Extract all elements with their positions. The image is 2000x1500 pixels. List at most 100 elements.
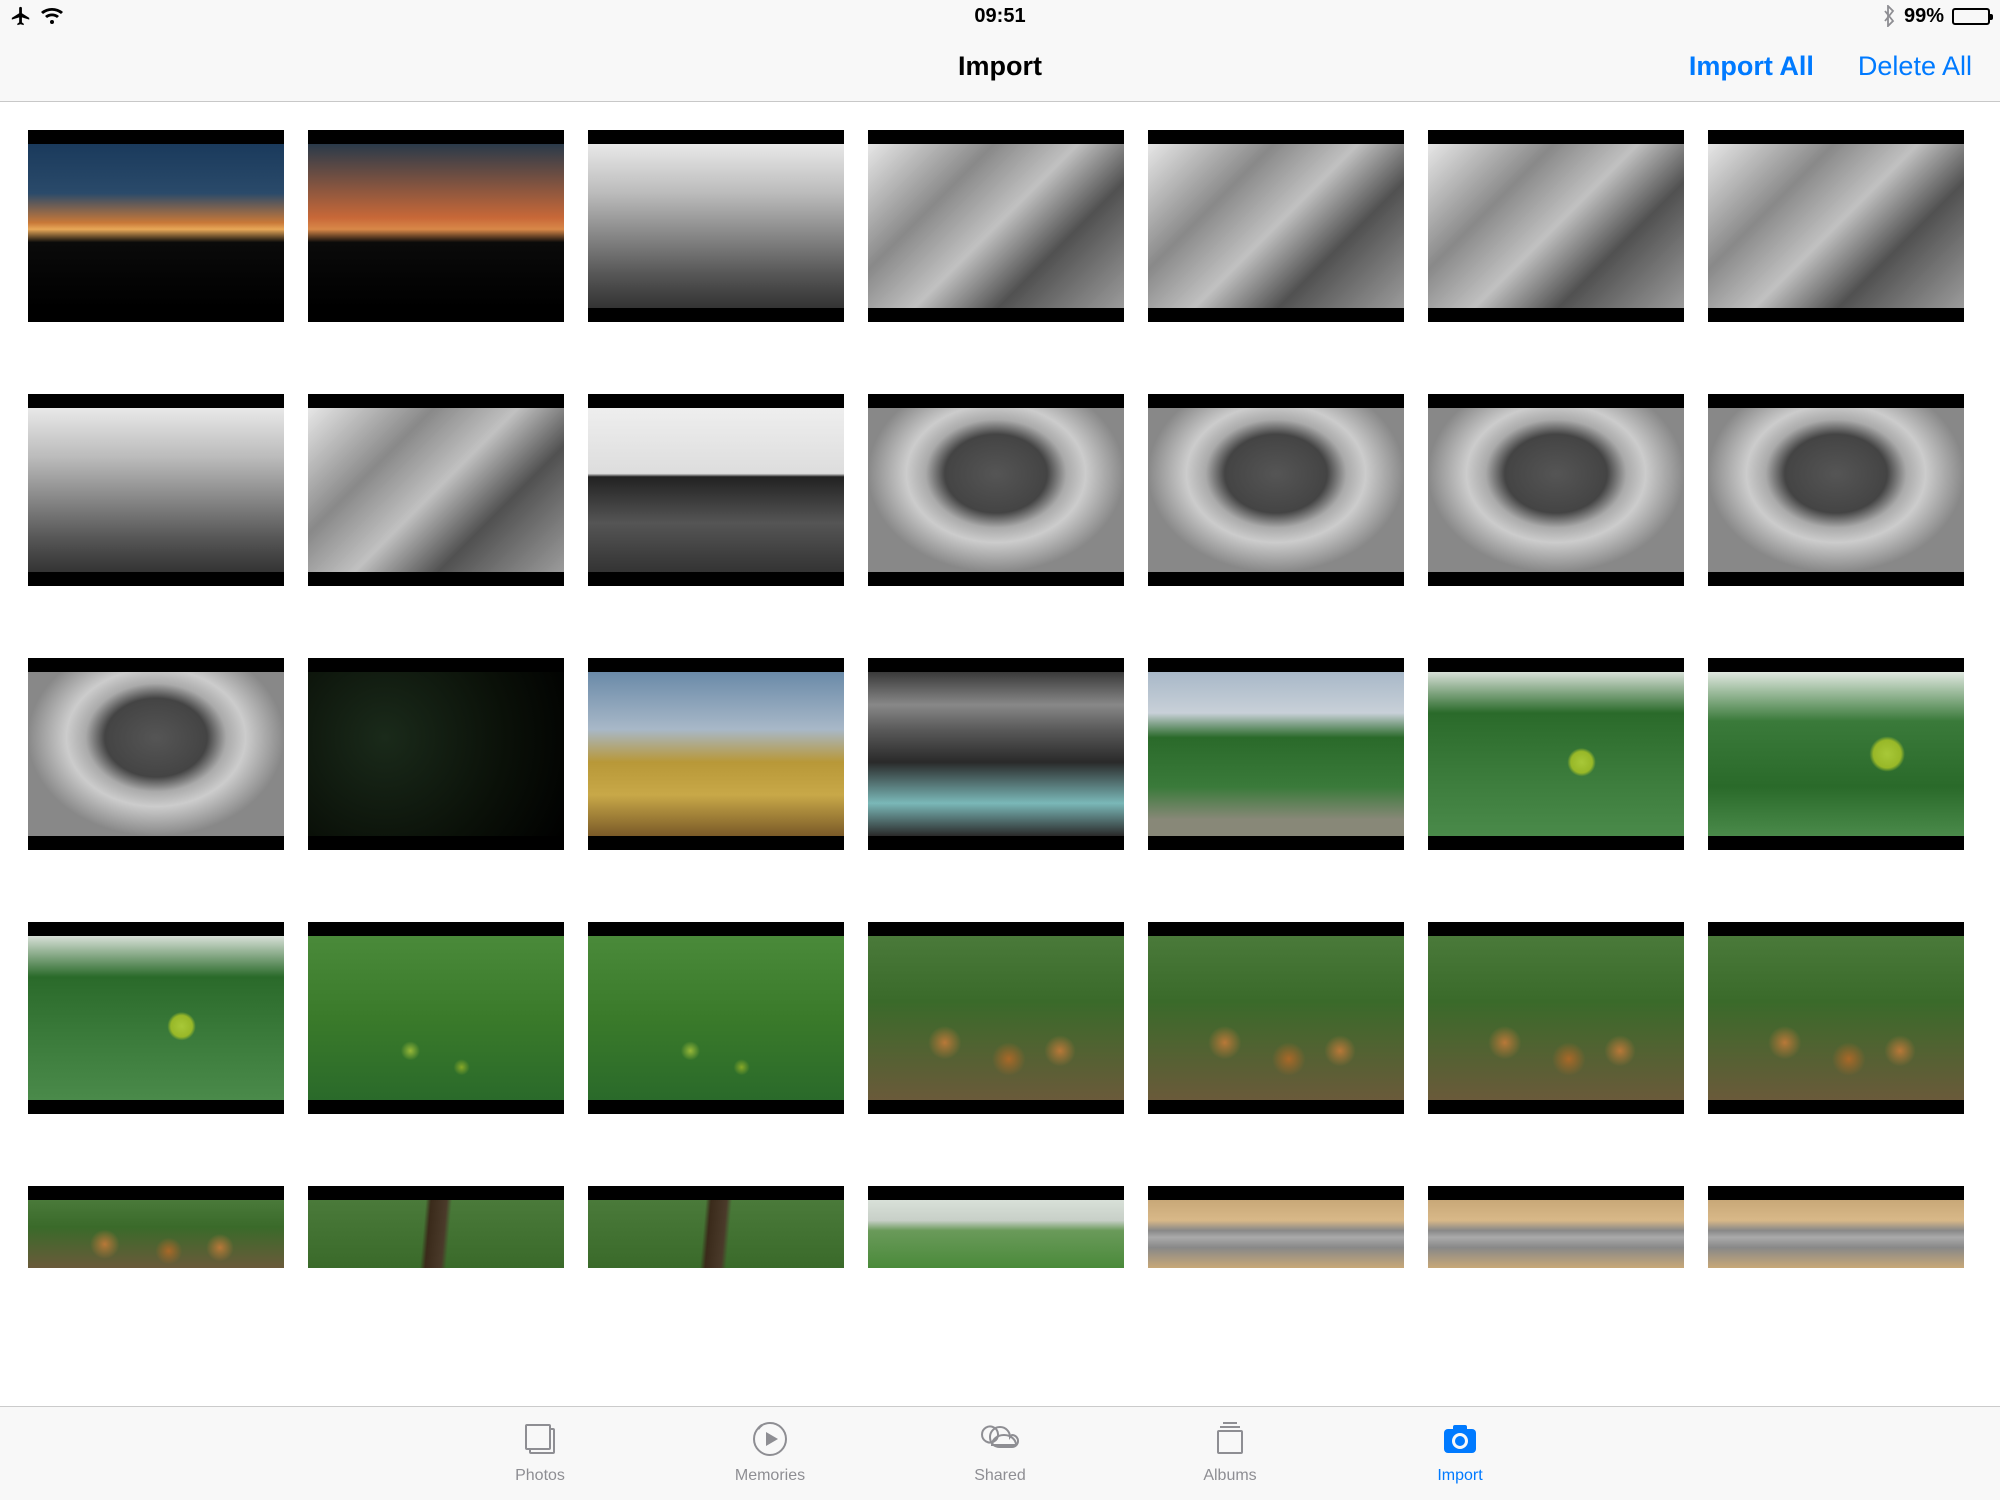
letterbox bbox=[868, 308, 1124, 322]
photo-thumb-bw-tree-d[interactable] bbox=[1708, 394, 1964, 586]
letterbox bbox=[1148, 836, 1404, 850]
photo-image bbox=[1148, 1200, 1404, 1268]
letterbox bbox=[308, 1186, 564, 1200]
letterbox bbox=[868, 1186, 1124, 1200]
letterbox bbox=[868, 1100, 1124, 1114]
photo-thumb-bw-street-f[interactable] bbox=[28, 394, 284, 586]
photo-thumb-car-interior[interactable] bbox=[868, 658, 1124, 850]
photo-image bbox=[868, 672, 1124, 836]
photo-thumb-bw-tree-b[interactable] bbox=[1148, 394, 1404, 586]
photo-image bbox=[1708, 1200, 1964, 1268]
photo-thumb-bw-silhouette[interactable] bbox=[588, 394, 844, 586]
photo-thumb-package-c[interactable] bbox=[1708, 1186, 1964, 1268]
photo-grid-scroll[interactable] bbox=[0, 102, 2000, 1406]
letterbox bbox=[1148, 922, 1404, 936]
photo-thumb-bw-tree-e[interactable] bbox=[28, 658, 284, 850]
albums-icon bbox=[1208, 1417, 1252, 1461]
photo-thumb-bw-street-g[interactable] bbox=[308, 394, 564, 586]
letterbox bbox=[588, 1100, 844, 1114]
delete-all-button[interactable]: Delete All bbox=[1858, 51, 1972, 82]
photo-thumb-sunset-a[interactable] bbox=[28, 130, 284, 322]
letterbox bbox=[588, 1186, 844, 1200]
tab-import[interactable]: Import bbox=[1415, 1417, 1505, 1500]
letterbox bbox=[308, 836, 564, 850]
wifi-icon bbox=[40, 6, 64, 26]
photos-icon bbox=[518, 1417, 562, 1461]
nav-bar: Import Import All Delete All bbox=[0, 32, 2000, 102]
photo-thumb-bw-street-e[interactable] bbox=[1708, 130, 1964, 322]
letterbox bbox=[1148, 308, 1404, 322]
tab-label: Shared bbox=[974, 1467, 1026, 1485]
letterbox bbox=[588, 394, 844, 408]
photo-thumb-apple-tree-a[interactable] bbox=[1428, 658, 1684, 850]
photo-thumb-lawn[interactable] bbox=[868, 1186, 1124, 1268]
letterbox bbox=[1708, 658, 1964, 672]
photo-image bbox=[868, 936, 1124, 1100]
photo-thumb-bw-tree-a[interactable] bbox=[868, 394, 1124, 586]
photo-image bbox=[1428, 936, 1684, 1100]
letterbox bbox=[1428, 572, 1684, 586]
photo-thumb-grass-apples-g[interactable] bbox=[28, 1186, 284, 1268]
tab-memories[interactable]: Memories bbox=[725, 1417, 815, 1500]
letterbox bbox=[28, 922, 284, 936]
photo-thumb-apple-tree-c[interactable] bbox=[28, 922, 284, 1114]
photo-thumb-branch-b[interactable] bbox=[588, 1186, 844, 1268]
letterbox bbox=[28, 130, 284, 144]
letterbox bbox=[28, 394, 284, 408]
letterbox bbox=[588, 922, 844, 936]
import-all-button[interactable]: Import All bbox=[1689, 51, 1814, 82]
photo-thumb-grass-apples-b[interactable] bbox=[588, 922, 844, 1114]
photo-image bbox=[308, 672, 564, 836]
photo-image bbox=[308, 408, 564, 572]
letterbox bbox=[308, 572, 564, 586]
import-icon bbox=[1438, 1417, 1482, 1461]
letterbox bbox=[308, 922, 564, 936]
photo-thumb-grass-apples-c[interactable] bbox=[868, 922, 1124, 1114]
tab-label: Memories bbox=[735, 1467, 805, 1485]
tab-shared[interactable]: Shared bbox=[955, 1417, 1045, 1500]
letterbox bbox=[868, 572, 1124, 586]
letterbox bbox=[28, 1186, 284, 1200]
photo-thumb-bw-street-b[interactable] bbox=[868, 130, 1124, 322]
photo-thumb-sunset-b[interactable] bbox=[308, 130, 564, 322]
photo-thumb-bw-street-c[interactable] bbox=[1148, 130, 1404, 322]
photo-image bbox=[868, 144, 1124, 308]
letterbox bbox=[308, 394, 564, 408]
photo-thumb-golden-field[interactable] bbox=[588, 658, 844, 850]
photo-thumb-bw-tree-c[interactable] bbox=[1428, 394, 1684, 586]
photo-thumb-dark-forest[interactable] bbox=[308, 658, 564, 850]
letterbox bbox=[868, 922, 1124, 936]
photo-image bbox=[588, 1200, 844, 1268]
photo-image bbox=[28, 1200, 284, 1268]
photo-thumb-branch-a[interactable] bbox=[308, 1186, 564, 1268]
photo-image bbox=[868, 1200, 1124, 1268]
letterbox bbox=[1708, 1100, 1964, 1114]
photo-image bbox=[1428, 408, 1684, 572]
letterbox bbox=[1148, 1186, 1404, 1200]
photo-grid bbox=[0, 102, 2000, 1296]
photo-thumb-grass-apples-e[interactable] bbox=[1428, 922, 1684, 1114]
letterbox bbox=[308, 658, 564, 672]
photo-image bbox=[588, 672, 844, 836]
photo-thumb-bw-street-d[interactable] bbox=[1428, 130, 1684, 322]
photo-thumb-apple-tree-b[interactable] bbox=[1708, 658, 1964, 850]
photo-thumb-grass-apples-a[interactable] bbox=[308, 922, 564, 1114]
photo-image bbox=[1428, 1200, 1684, 1268]
photo-thumb-grass-apples-d[interactable] bbox=[1148, 922, 1404, 1114]
letterbox bbox=[1148, 658, 1404, 672]
photo-image bbox=[1428, 672, 1684, 836]
tab-albums[interactable]: Albums bbox=[1185, 1417, 1275, 1500]
photo-thumb-package-b[interactable] bbox=[1428, 1186, 1684, 1268]
photo-thumb-bw-street-a[interactable] bbox=[588, 130, 844, 322]
photo-image bbox=[588, 408, 844, 572]
photo-image bbox=[28, 672, 284, 836]
photo-thumb-grass-apples-f[interactable] bbox=[1708, 922, 1964, 1114]
letterbox bbox=[1428, 308, 1684, 322]
letterbox bbox=[868, 394, 1124, 408]
photo-thumb-package-a[interactable] bbox=[1148, 1186, 1404, 1268]
photo-image bbox=[1148, 408, 1404, 572]
tab-label: Photos bbox=[515, 1467, 565, 1485]
photo-thumb-garden-path[interactable] bbox=[1148, 658, 1404, 850]
tab-photos[interactable]: Photos bbox=[495, 1417, 585, 1500]
tab-label: Albums bbox=[1203, 1467, 1256, 1485]
